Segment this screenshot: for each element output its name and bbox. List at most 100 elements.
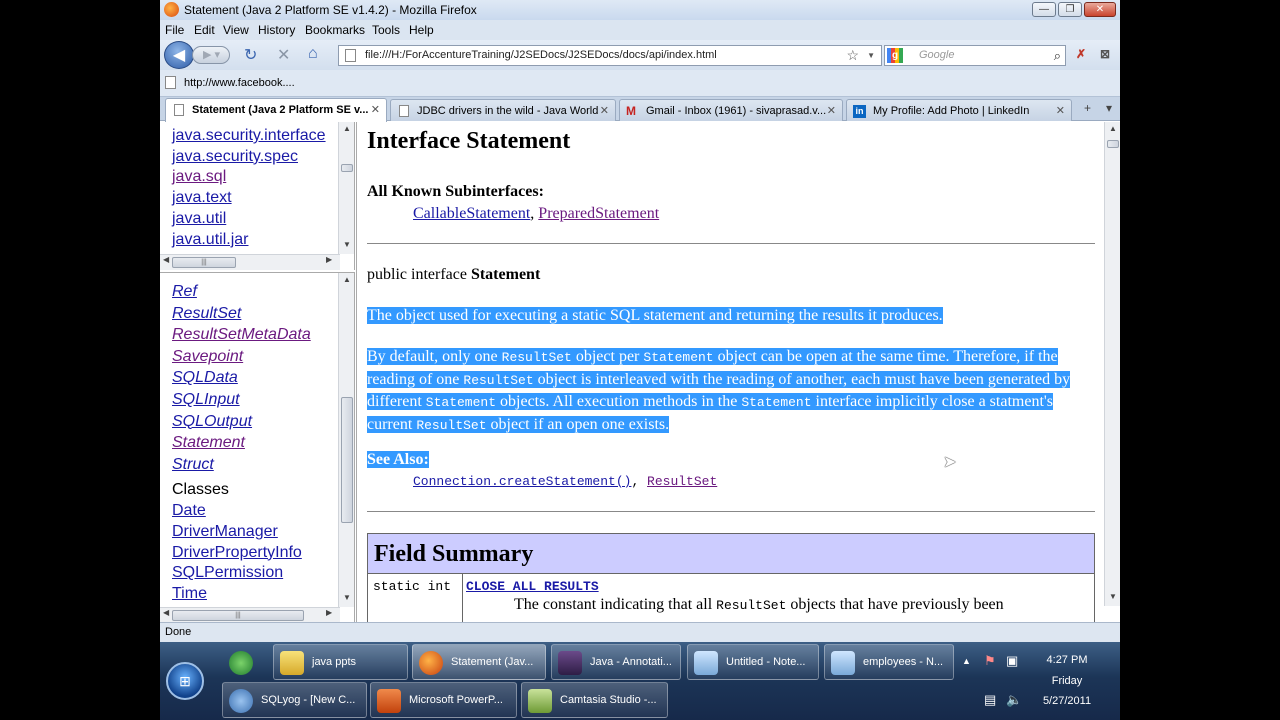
scroll-thumb[interactable] [1107,140,1119,148]
taskbar-button[interactable]: Camtasia Studio -... [521,682,668,718]
home-icon[interactable]: ⌂ [308,45,318,63]
class-link[interactable]: Time [160,584,338,605]
url-dropdown-icon[interactable]: ▼ [867,46,875,65]
scroll-thumb[interactable]: ||| [172,610,304,621]
tab-statement[interactable]: Statement (Java 2 Platform SE v... ✕ [165,98,387,122]
menu-view[interactable]: View [223,23,249,37]
scroll-left-icon[interactable]: ◀ [163,255,169,264]
tray-expand-icon[interactable]: ▲ [962,656,971,666]
tab-close-icon[interactable]: ✕ [827,101,836,121]
scroll-up-icon[interactable]: ▲ [339,275,354,284]
back-button[interactable]: ◀ [164,41,194,69]
addon-icon[interactable]: ✗ [1076,47,1086,61]
menu-edit[interactable]: Edit [194,23,215,37]
tab-linkedin[interactable]: in My Profile: Add Photo | LinkedIn ✕ [846,99,1072,121]
taskbar-button[interactable]: java ppts [273,644,408,680]
scroll-thumb[interactable]: ||| [172,257,236,268]
package-link[interactable]: java.sql [160,167,338,188]
taskbar-button[interactable]: employees - N... [824,644,954,680]
package-link[interactable]: java.security.spec [160,147,338,168]
flag-icon[interactable]: ⚑ [984,653,996,669]
menu-bookmarks[interactable]: Bookmarks [305,23,365,37]
tab-gmail[interactable]: M Gmail - Inbox (1961) - sivaprasad.v...… [619,99,843,121]
stop-icon[interactable]: ✕ [277,45,290,65]
minimize-button[interactable]: — [1032,2,1056,17]
search-icon[interactable]: ⌕ [1054,46,1061,65]
scroll-up-icon[interactable]: ▲ [339,124,354,133]
search-bar[interactable]: g Google ⌕ [884,45,1066,66]
subinterface-link[interactable]: PreparedStatement [538,205,659,222]
bookmark-facebook[interactable]: http://www.facebook.... [184,77,295,89]
taskbar-button[interactable]: Untitled - Note... [687,644,819,680]
see-also-link[interactable]: Connection.createStatement() [413,474,631,489]
interface-link[interactable]: Ref [160,281,338,303]
package-vertical-scrollbar[interactable]: ▲ ▼ [338,122,354,254]
network-icon[interactable]: ▤ [984,692,996,708]
class-link[interactable]: SQLPermission [160,563,338,584]
scroll-right-icon[interactable]: ▶ [326,608,332,617]
package-horizontal-scrollbar[interactable]: ◀ ||| ▶ [160,254,340,270]
interface-link[interactable]: Savepoint [160,346,338,368]
taskbar-pinned-app[interactable] [222,644,270,680]
start-button[interactable]: ⊞ [166,662,204,700]
taskbar-button[interactable]: Statement (Jav... [412,644,546,680]
interface-link[interactable]: SQLOutput [160,411,338,433]
scroll-thumb[interactable] [341,397,353,523]
package-link[interactable]: java.text [160,188,338,209]
divider [367,243,1095,244]
bookmark-star-icon[interactable]: ☆ [846,46,859,65]
addon-close-icon[interactable]: ⊠ [1100,47,1110,61]
scroll-down-icon[interactable]: ▼ [1105,592,1120,601]
menu-history[interactable]: History [258,23,295,37]
clock-time[interactable]: 4:27 PM [1028,654,1106,666]
scroll-right-icon[interactable]: ▶ [326,255,332,264]
interface-link[interactable]: SQLData [160,367,338,389]
interface-link[interactable]: ResultSetMetaData [160,324,338,346]
class-vertical-scrollbar[interactable]: ▲ ▼ [338,273,354,607]
class-link[interactable]: DriverManager [160,522,338,543]
scroll-left-icon[interactable]: ◀ [163,608,169,617]
interface-link[interactable]: Struct [160,454,338,476]
new-tab-icon[interactable]: + [1084,101,1091,115]
tab-list-icon[interactable]: ▾ [1106,101,1112,115]
class-horizontal-scrollbar[interactable]: ◀ ||| ▶ [160,607,340,622]
clock-day[interactable]: Friday [1028,675,1106,687]
scroll-down-icon[interactable]: ▼ [339,593,354,602]
menu-file[interactable]: File [165,23,184,37]
volume-icon[interactable]: 🔈 [1006,692,1022,708]
tab-close-icon[interactable]: ✕ [371,100,380,120]
field-type-cell: static int [368,574,463,622]
package-link[interactable]: java.security.interface [160,126,338,147]
taskbar-button[interactable]: Java - Annotati... [551,644,681,680]
field-name-link[interactable]: CLOSE_ALL_RESULTS [466,579,599,594]
device-icon[interactable]: ▣ [1006,653,1018,669]
taskbar-button[interactable]: Microsoft PowerP... [370,682,517,718]
restore-button[interactable]: ❐ [1058,2,1082,17]
menu-tools[interactable]: Tools [372,23,400,37]
tab-jdbc-drivers[interactable]: JDBC drivers in the wild - Java World ✕ [390,99,616,121]
scroll-up-icon[interactable]: ▲ [1105,124,1120,133]
package-link[interactable]: java.util [160,209,338,230]
selected-text: By default, only one ResultSet object pe… [367,348,1071,433]
interface-link[interactable]: SQLInput [160,389,338,411]
package-link[interactable]: java.util.jar [160,230,338,251]
interface-link[interactable]: Statement [160,432,338,454]
class-link[interactable]: Date [160,501,338,522]
close-button[interactable]: ✕ [1084,2,1116,17]
menu-help[interactable]: Help [409,23,434,37]
forward-button[interactable]: ▶ ▾ [192,46,230,64]
tab-close-icon[interactable]: ✕ [1056,101,1065,121]
address-bar[interactable]: file:///H:/ForAccentureTraining/J2SEDocs… [338,45,882,66]
clock-date[interactable]: 5/27/2011 [1028,695,1106,707]
tab-close-icon[interactable]: ✕ [600,101,609,121]
scroll-thumb[interactable] [341,164,353,172]
scroll-down-icon[interactable]: ▼ [339,240,354,249]
taskbar-button[interactable]: SQLyog - [New C... [222,682,367,718]
see-also-link[interactable]: ResultSet [647,474,717,489]
class-link[interactable]: DriverPropertyInfo [160,543,338,564]
google-engine-icon[interactable]: g [887,48,903,63]
reload-icon[interactable]: ↻ [244,45,257,65]
subinterface-link[interactable]: CallableStatement [413,205,530,222]
main-vertical-scrollbar[interactable]: ▲ ▼ [1104,122,1120,606]
interface-link[interactable]: ResultSet [160,303,338,325]
